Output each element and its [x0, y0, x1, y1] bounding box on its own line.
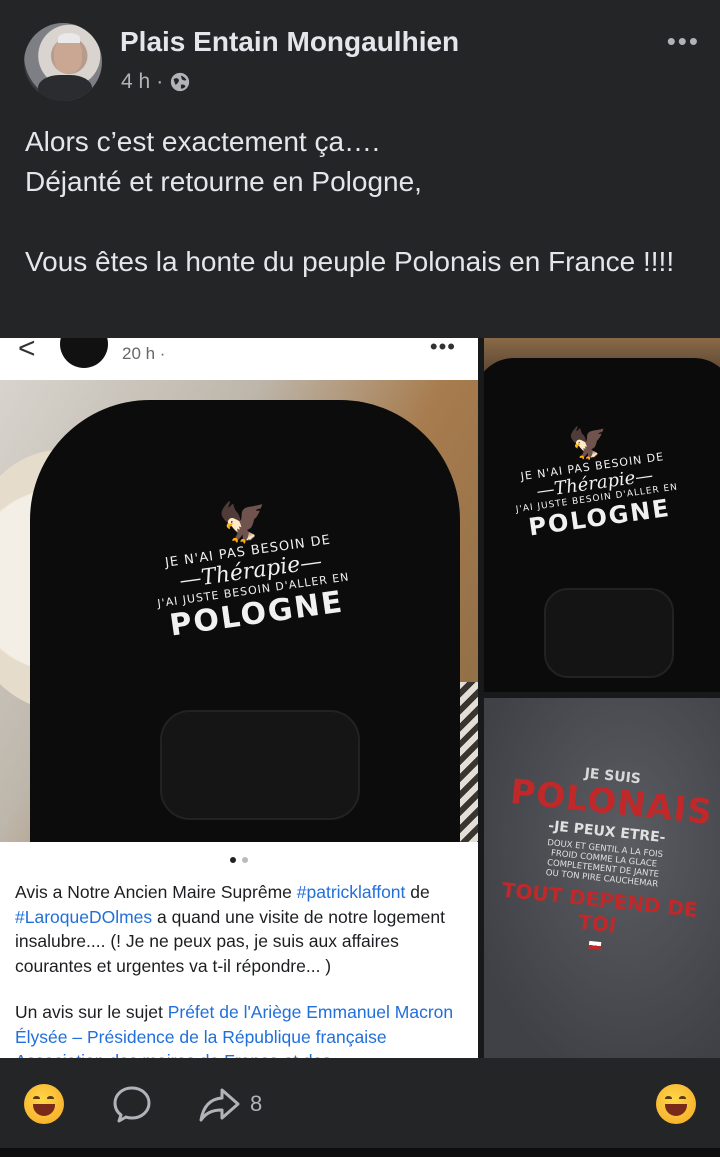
- hashtag-link: #patricklaffont: [296, 882, 406, 902]
- gallery-photo-top-right[interactable]: 🦅 JE N'AI PAS BESOIN DE —Thérapie— J'AI …: [484, 338, 720, 692]
- screenshot-header: < 20 h · •••: [0, 338, 478, 380]
- author-avatar[interactable]: [24, 23, 102, 101]
- post-message: Alors c’est exactement ça…. Déjanté et r…: [25, 122, 705, 282]
- caption-text: de: [405, 882, 430, 902]
- carousel-dots: [0, 842, 478, 878]
- hoodie-print: 🦅 JE N'AI PAS BESOIN DE —Thérapie— J'AI …: [142, 487, 358, 646]
- caption-paragraph: Avis a Notre Ancien Maire Suprême #patri…: [15, 880, 467, 978]
- screenshot-time: 20 h ·: [122, 344, 166, 363]
- caption-text: Un avis sur le sujet: [15, 1002, 168, 1022]
- hoodie-pocket: [160, 710, 360, 820]
- share-count: 8: [250, 1091, 263, 1116]
- globe-icon: [171, 72, 190, 92]
- hoodie-photo: 🦅 JE N'AI PAS BESOIN DE —Thérapie— J'AI …: [0, 380, 478, 842]
- reaction-summary[interactable]: [24, 1084, 64, 1124]
- tshirt-print: JE SUIS POLONAIS -JE PEUX ETRE- DOUX ET …: [495, 758, 715, 960]
- post-options-button[interactable]: •••: [667, 26, 700, 57]
- react-button[interactable]: [656, 1084, 696, 1124]
- caption-paragraph: Un avis sur le sujet Préfet de l'Ariège …: [15, 1000, 467, 1058]
- post-message-line: Vous êtes la honte du peuple Polonais en…: [25, 246, 675, 277]
- share-button[interactable]: 8: [198, 1084, 262, 1124]
- carousel-dot: [230, 857, 236, 863]
- carousel-dot: [242, 857, 248, 863]
- share-icon: [199, 1088, 240, 1122]
- comment-icon: [113, 1086, 151, 1123]
- author-name[interactable]: Plais Entain Mongaulhien: [120, 26, 459, 58]
- post-message-line: Alors c’est exactement ça…. Déjanté et r…: [25, 126, 422, 197]
- gallery-photo-main[interactable]: < 20 h · ••• 🦅 JE N'AI PAS BESOIN DE —Th…: [0, 338, 478, 1058]
- meta-separator: ·: [156, 70, 164, 93]
- laughing-emoji-icon: [24, 1084, 64, 1124]
- laughing-emoji-icon: [656, 1084, 696, 1124]
- hashtag-link: #LaroqueDOlmes: [15, 906, 153, 927]
- gallery-photo-bottom-right[interactable]: JE SUIS POLONAIS -JE PEUX ETRE- DOUX ET …: [484, 698, 720, 1058]
- bottom-divider: [0, 1148, 720, 1157]
- photo-gallery: < 20 h · ••• 🦅 JE N'AI PAS BESOIN DE —Th…: [0, 338, 720, 1058]
- hoodie-pocket: [544, 588, 674, 678]
- polish-flag-icon: [588, 940, 602, 951]
- caption-text: Avis a Notre Ancien Maire Suprême: [15, 882, 297, 902]
- comment-button[interactable]: [112, 1084, 152, 1124]
- post-action-bar: 8: [0, 1058, 720, 1148]
- screenshot-avatar: [60, 338, 108, 368]
- post-time[interactable]: 4 h: [121, 70, 150, 94]
- back-icon: <: [18, 338, 36, 365]
- post-meta: 4 h ·: [121, 70, 191, 94]
- screenshot-caption: Avis a Notre Ancien Maire Suprême #patri…: [15, 880, 467, 1058]
- post-header: Plais Entain Mongaulhien 4 h · •••: [0, 0, 720, 110]
- screenshot-more-icon: •••: [429, 338, 456, 359]
